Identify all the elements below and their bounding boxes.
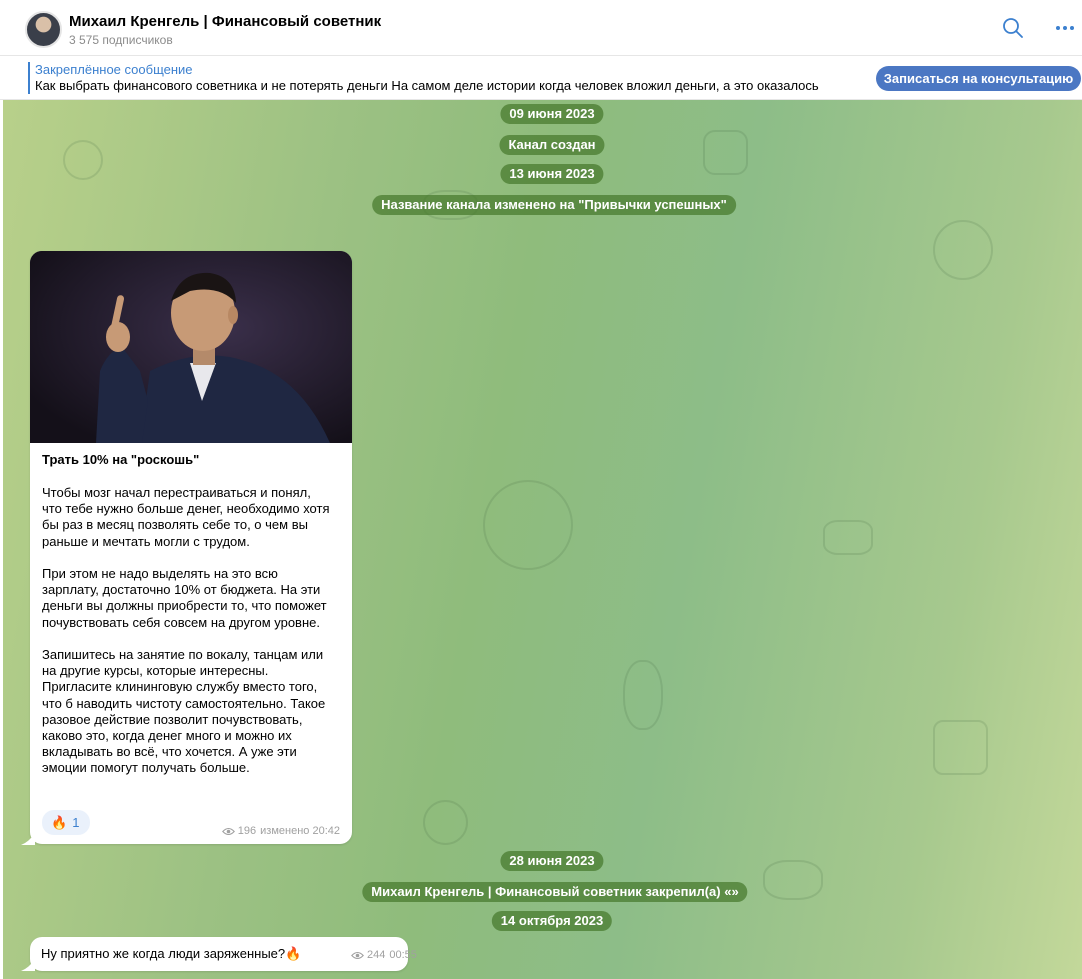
more-button[interactable]: [1051, 14, 1079, 42]
chat-area[interactable]: 09 июня 2023 Канал создан 13 июня 2023 Н…: [3, 100, 1082, 979]
post-edited-time: изменено 20:42: [260, 825, 340, 837]
views-icon: [351, 951, 364, 959]
background-doodle: [703, 130, 748, 175]
service-message-pinned: Михаил Кренгель | Финансовый советник за…: [362, 882, 748, 902]
message-text: Ну приятно же когда люди заряженные?🔥: [41, 946, 302, 961]
channel-message[interactable]: Ну приятно же когда люди заряженные?🔥 24…: [30, 937, 417, 971]
search-icon: [1003, 18, 1023, 38]
background-doodle: [483, 480, 573, 570]
post-meta: 196 изменено 20:42: [221, 825, 340, 837]
pinned-accent-bar: [28, 62, 30, 94]
post-views: 196: [237, 825, 257, 837]
search-button[interactable]: [999, 14, 1027, 42]
date-separator: 13 июня 2023: [500, 164, 604, 184]
background-doodle: [763, 860, 823, 900]
message-meta: 244 00:55: [351, 949, 417, 961]
date-separator: 14 октября 2023: [491, 911, 613, 931]
subscriber-count: 3 575 подписчиков: [69, 33, 173, 47]
more-icon: [1056, 26, 1074, 30]
views-icon: [221, 827, 235, 835]
background-doodle: [423, 800, 468, 845]
background-doodle: [63, 140, 103, 180]
person-photo-icon: [30, 251, 352, 443]
message-views: 244: [367, 949, 386, 961]
reaction-count: 1: [72, 815, 80, 830]
channel-post[interactable]: Трать 10% на "роскошь" Чтобы мозг начал …: [30, 251, 352, 844]
pinned-message-bar[interactable]: Закреплённое сообщение Как выбрать финан…: [0, 56, 1082, 100]
channel-avatar[interactable]: [25, 11, 62, 48]
post-title: Трать 10% на "роскошь": [42, 452, 200, 467]
background-doodle: [933, 220, 993, 280]
consultation-button[interactable]: Записаться на консультацию: [876, 66, 1081, 91]
date-separator: 09 июня 2023: [500, 104, 604, 124]
post-photo[interactable]: [30, 251, 352, 443]
post-body: Чтобы мозг начал перестраиваться и понял…: [42, 485, 330, 776]
pinned-title: Закреплённое сообщение: [35, 62, 193, 77]
pinned-text: Как выбрать финансового советника и не п…: [35, 78, 819, 93]
date-separator: 28 июня 2023: [500, 851, 604, 871]
service-message-renamed: Название канала изменено на "Привычки ус…: [372, 195, 736, 215]
service-message-created: Канал создан: [499, 135, 605, 155]
background-doodle: [933, 720, 988, 775]
background-doodle: [623, 660, 663, 730]
fire-reaction-icon: 🔥: [51, 814, 68, 830]
reaction-button[interactable]: 🔥 1: [42, 810, 90, 835]
channel-header: Михаил Кренгель | Финансовый советник 3 …: [0, 0, 1082, 56]
bubble-tail: [21, 959, 35, 971]
background-doodle: [823, 520, 873, 555]
bubble-tail: [21, 833, 35, 845]
channel-title[interactable]: Михаил Кренгель | Финансовый советник: [69, 13, 381, 30]
message-time: 00:55: [389, 949, 417, 961]
